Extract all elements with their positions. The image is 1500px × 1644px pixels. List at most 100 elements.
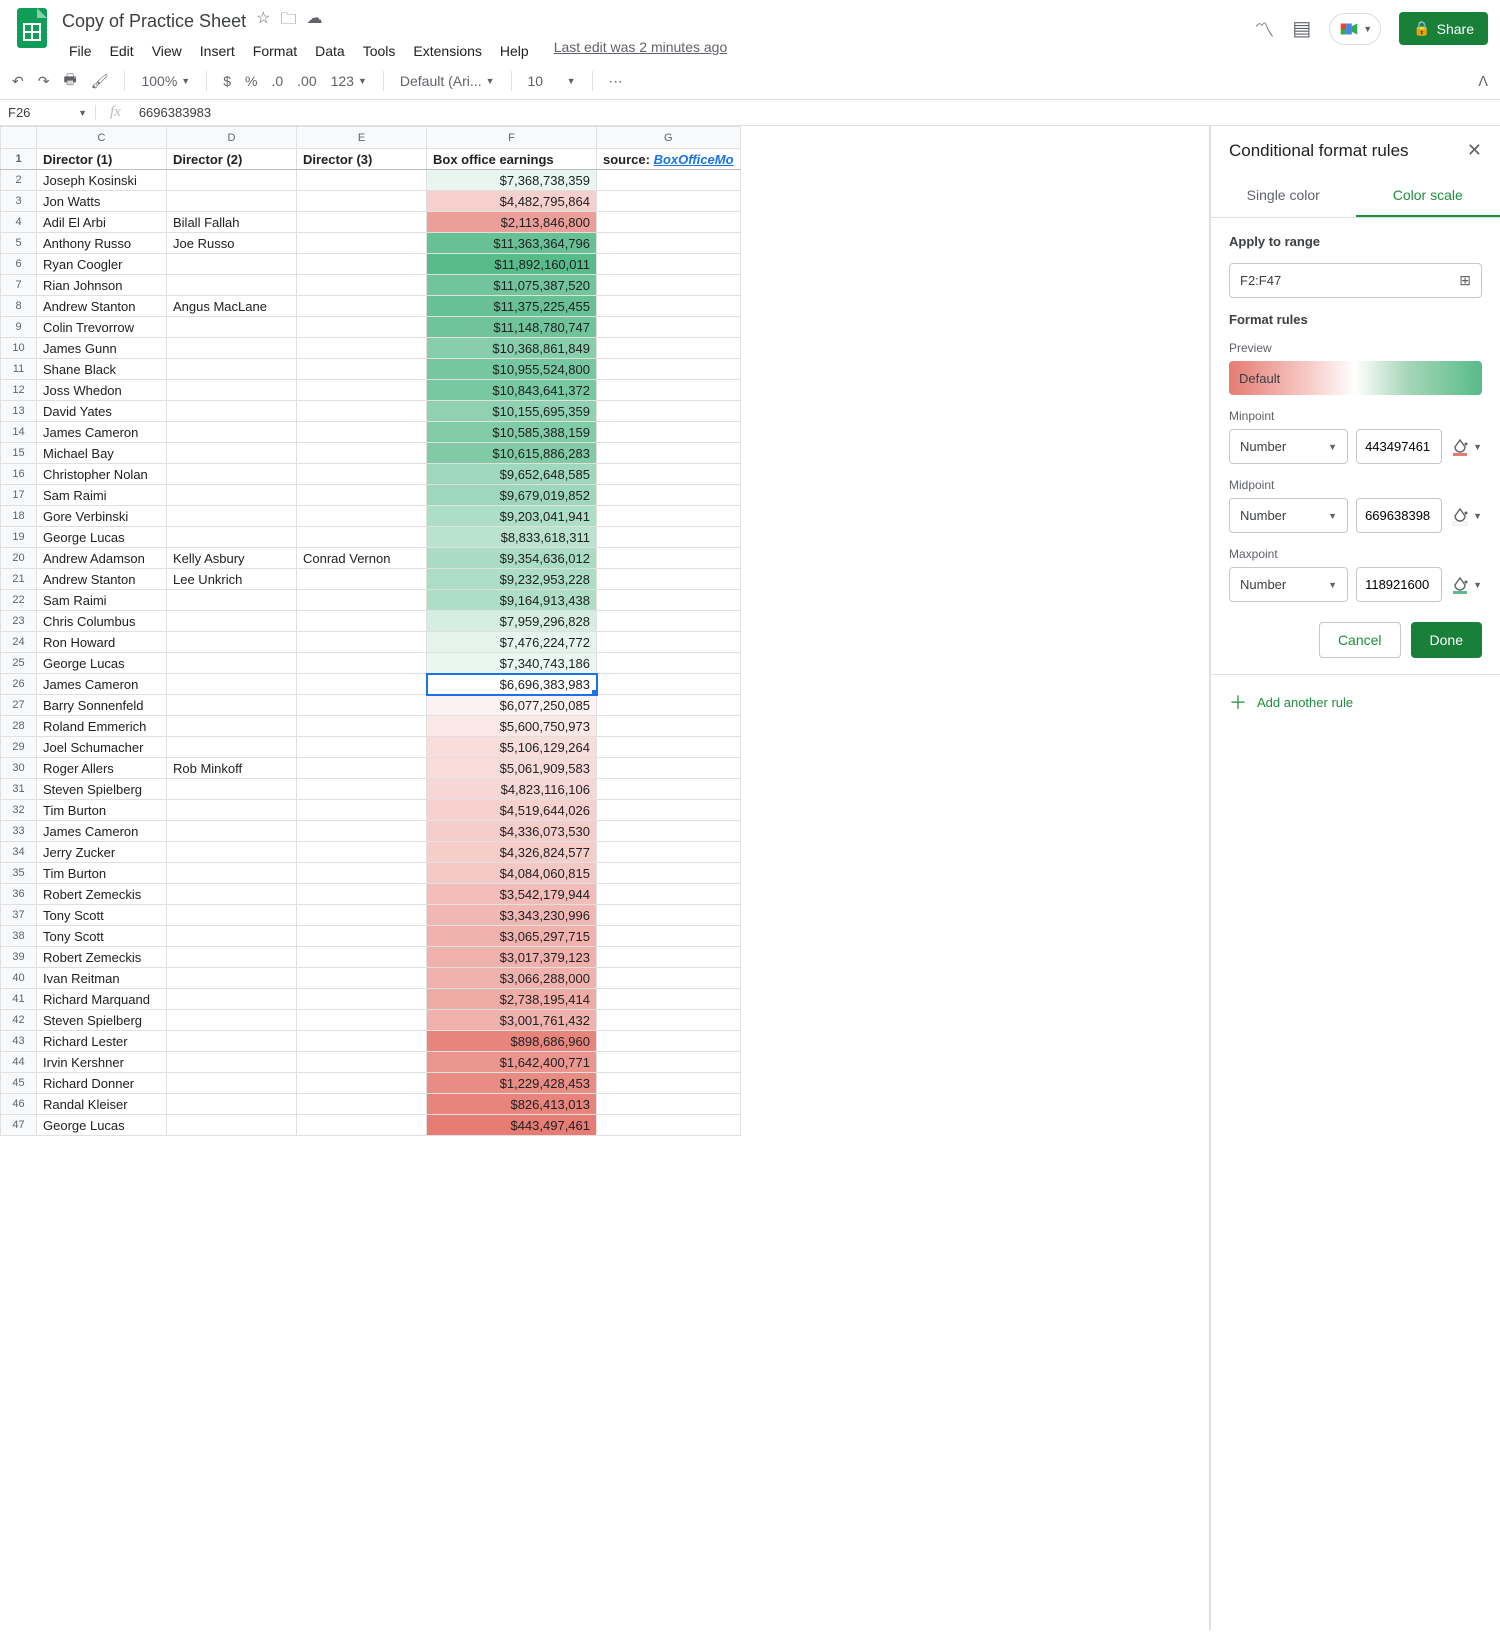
cell[interactable]	[297, 422, 427, 443]
menu-edit[interactable]: Edit	[103, 39, 141, 63]
cell[interactable]	[167, 191, 297, 212]
cell[interactable]	[597, 611, 741, 632]
row-header[interactable]: 13	[1, 401, 37, 422]
row-header[interactable]: 15	[1, 443, 37, 464]
cell[interactable]: $6,077,250,085	[427, 695, 597, 716]
cell[interactable]: Robert Zemeckis	[37, 884, 167, 905]
comments-icon[interactable]: ▤	[1292, 16, 1311, 41]
paint-format-icon[interactable]: 🖌	[91, 73, 109, 90]
cell[interactable]	[297, 1115, 427, 1136]
row-header[interactable]: 16	[1, 464, 37, 485]
cell[interactable]	[167, 464, 297, 485]
maxpoint-value-input[interactable]	[1356, 567, 1442, 602]
cell[interactable]	[167, 275, 297, 296]
cell[interactable]: Sam Raimi	[37, 485, 167, 506]
cell[interactable]: $10,368,861,849	[427, 338, 597, 359]
cell[interactable]	[297, 611, 427, 632]
collapse-toolbar-icon[interactable]: ᐱ	[1478, 73, 1488, 90]
cell[interactable]: George Lucas	[37, 1115, 167, 1136]
percent-icon[interactable]: %	[245, 73, 257, 89]
row-header[interactable]: 26	[1, 674, 37, 695]
row-header[interactable]: 25	[1, 653, 37, 674]
cell[interactable]	[167, 716, 297, 737]
cell[interactable]	[597, 191, 741, 212]
currency-icon[interactable]: $	[223, 73, 231, 89]
col-header-g[interactable]: G	[597, 127, 741, 149]
row-header[interactable]: 45	[1, 1073, 37, 1094]
cell[interactable]: $10,955,524,800	[427, 359, 597, 380]
cell[interactable]	[597, 758, 741, 779]
cell[interactable]	[597, 947, 741, 968]
cell[interactable]	[167, 695, 297, 716]
share-button[interactable]: 🔒 Share	[1399, 12, 1488, 45]
cell[interactable]	[597, 485, 741, 506]
cell[interactable]	[297, 380, 427, 401]
row-header[interactable]: 21	[1, 569, 37, 590]
cell[interactable]	[167, 338, 297, 359]
cell[interactable]	[297, 737, 427, 758]
cell[interactable]	[297, 653, 427, 674]
cell[interactable]: $9,232,953,228	[427, 569, 597, 590]
cell[interactable]	[297, 191, 427, 212]
cell[interactable]	[597, 359, 741, 380]
cell[interactable]: Shane Black	[37, 359, 167, 380]
cell[interactable]: Randal Kleiser	[37, 1094, 167, 1115]
cell[interactable]: Andrew Stanton	[37, 296, 167, 317]
cell[interactable]: $9,354,636,012	[427, 548, 597, 569]
row-header[interactable]: 46	[1, 1094, 37, 1115]
cell[interactable]: $3,017,379,123	[427, 947, 597, 968]
cell[interactable]	[167, 527, 297, 548]
row-header[interactable]: 20	[1, 548, 37, 569]
cell[interactable]: Joe Russo	[167, 233, 297, 254]
row-header[interactable]: 31	[1, 779, 37, 800]
row-header[interactable]: 5	[1, 233, 37, 254]
cell[interactable]: James Cameron	[37, 674, 167, 695]
row-header[interactable]: 11	[1, 359, 37, 380]
cell[interactable]	[597, 464, 741, 485]
cell[interactable]: $11,148,780,747	[427, 317, 597, 338]
menu-view[interactable]: View	[145, 39, 189, 63]
cell[interactable]: Tony Scott	[37, 926, 167, 947]
cell[interactable]: $9,652,648,585	[427, 464, 597, 485]
cell[interactable]	[297, 800, 427, 821]
cell[interactable]	[167, 254, 297, 275]
undo-icon[interactable]: ↶	[12, 73, 24, 90]
cell[interactable]	[597, 926, 741, 947]
row-header[interactable]: 28	[1, 716, 37, 737]
cell[interactable]: $443,497,461	[427, 1115, 597, 1136]
cell[interactable]: Irvin Kershner	[37, 1052, 167, 1073]
cell[interactable]	[297, 296, 427, 317]
cell[interactable]: $10,615,886,283	[427, 443, 597, 464]
row-header[interactable]: 1	[1, 149, 37, 170]
decimal-decrease-icon[interactable]: .0	[271, 73, 283, 89]
meet-button[interactable]: ▼	[1329, 13, 1381, 45]
cell[interactable]: $10,155,695,359	[427, 401, 597, 422]
document-title[interactable]: Copy of Practice Sheet	[62, 11, 246, 32]
activity-icon[interactable]: 〽	[1254, 14, 1274, 43]
row-header[interactable]: 47	[1, 1115, 37, 1136]
cell[interactable]	[297, 170, 427, 191]
redo-icon[interactable]: ↷	[38, 73, 50, 90]
cell[interactable]	[297, 1010, 427, 1031]
row-header[interactable]: 2	[1, 170, 37, 191]
name-box[interactable]: F26▼	[0, 105, 96, 120]
select-all-corner[interactable]	[1, 127, 37, 149]
cell[interactable]: Conrad Vernon	[297, 548, 427, 569]
row-header[interactable]: 29	[1, 737, 37, 758]
cell[interactable]: $10,585,388,159	[427, 422, 597, 443]
cell[interactable]	[597, 1115, 741, 1136]
cell[interactable]	[297, 632, 427, 653]
col-header-c[interactable]: C	[37, 127, 167, 149]
cell[interactable]	[597, 548, 741, 569]
cell[interactable]: Adil El Arbi	[37, 212, 167, 233]
last-edit-link[interactable]: Last edit was 2 minutes ago	[554, 39, 728, 63]
cell[interactable]	[597, 1010, 741, 1031]
cell[interactable]: Bilall Fallah	[167, 212, 297, 233]
cell[interactable]	[167, 737, 297, 758]
cell[interactable]	[167, 632, 297, 653]
row-header[interactable]: 40	[1, 968, 37, 989]
cell[interactable]	[597, 527, 741, 548]
cell[interactable]	[597, 443, 741, 464]
cell[interactable]: $11,363,364,796	[427, 233, 597, 254]
cloud-icon[interactable]: ☁	[306, 8, 322, 35]
